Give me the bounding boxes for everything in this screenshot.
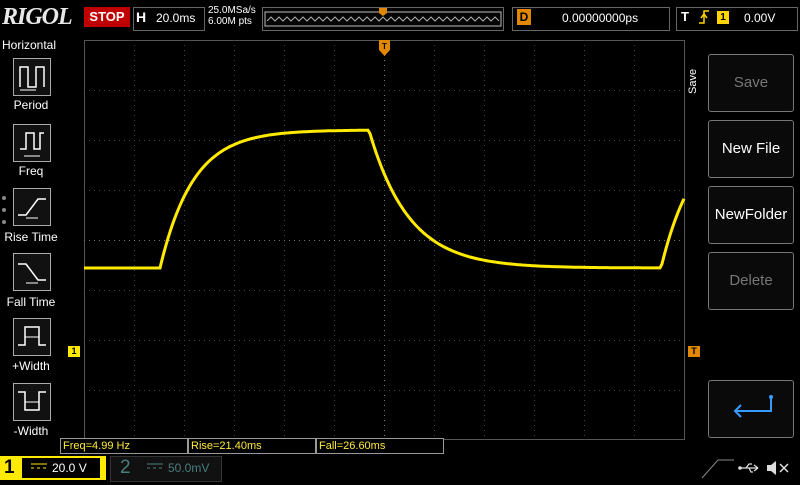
- save-menu-title: Save: [687, 68, 699, 94]
- brand-logo: RIGOL: [2, 4, 73, 30]
- sample-rate: 25.0MSa/s: [208, 5, 256, 16]
- menu-page-dot: [2, 220, 6, 224]
- rise-time-measurement: Rise=21.40ms: [188, 438, 316, 454]
- horizontal-letter: H: [136, 9, 147, 25]
- graticule: [84, 40, 685, 440]
- trigger-position-marker[interactable]: T: [379, 40, 390, 56]
- negative-width-label: -Width: [13, 424, 49, 438]
- fall-time-icon: [18, 263, 46, 284]
- menu-page-dot: [2, 196, 6, 200]
- memory-depth: 6.00M pts: [208, 16, 252, 27]
- delay-value: 0.00000000ps: [562, 11, 639, 25]
- period-button[interactable]: [13, 58, 51, 96]
- trigger-letter: T: [681, 9, 689, 24]
- period-icon: [19, 66, 45, 91]
- fall-time-measurement: Fall=26.60ms: [316, 438, 444, 454]
- new-file-button[interactable]: New File: [708, 120, 794, 178]
- rise-time-button[interactable]: [13, 188, 51, 226]
- channel-1-number: 1: [4, 457, 15, 478]
- return-button[interactable]: [708, 380, 794, 438]
- new-folder-button[interactable]: NewFolder: [708, 186, 794, 244]
- freq-button[interactable]: [13, 124, 51, 162]
- rising-edge-icon: [697, 8, 711, 29]
- negative-width-button[interactable]: [13, 383, 51, 421]
- trigger-box[interactable]: [676, 7, 798, 31]
- channel-expand-arrow-icon[interactable]: [700, 456, 734, 480]
- frequency-icon: [20, 132, 44, 157]
- negative-width-icon: [18, 391, 46, 411]
- save-button[interactable]: Save: [708, 54, 794, 112]
- channel-2-number: 2: [120, 457, 131, 478]
- freq-label: Freq: [18, 164, 44, 178]
- fall-time-button[interactable]: [13, 253, 51, 291]
- trigger-channel: 1: [717, 11, 729, 24]
- measure-menu-title: Horizontal: [2, 38, 57, 52]
- positive-width-icon: [18, 326, 46, 346]
- usb-icon: [738, 460, 762, 476]
- memory-timeline[interactable]: [262, 7, 504, 31]
- channel-2-scale: 50.0mV: [168, 461, 210, 475]
- fall-time-label: Fall Time: [6, 295, 56, 309]
- waveform-display[interactable]: [84, 40, 686, 440]
- dc-coupling-icon: [146, 460, 164, 475]
- channel-1-scale: 20.0 V: [52, 461, 87, 475]
- dc-coupling-icon: [30, 460, 48, 475]
- timeline-waveform-icon: [264, 8, 502, 27]
- trigger-level: 0.00V: [744, 11, 776, 25]
- trigger-position-letter: T: [382, 42, 387, 51]
- frequency-measurement: Freq=4.99 Hz: [60, 438, 188, 454]
- speaker-muted-icon[interactable]: [764, 458, 792, 478]
- positive-width-button[interactable]: [13, 318, 51, 356]
- timebase-value: 20.0ms: [156, 11, 196, 25]
- rise-time-label: Rise Time: [4, 230, 58, 244]
- positive-width-label: +Width: [12, 359, 50, 373]
- rise-time-icon: [18, 198, 46, 219]
- return-arrow-icon: [733, 395, 773, 418]
- period-label: Period: [13, 98, 49, 112]
- menu-page-dot: [2, 208, 6, 212]
- delay-letter: D: [517, 9, 531, 25]
- delete-button[interactable]: Delete: [708, 252, 794, 310]
- run-stop-status[interactable]: STOP: [84, 7, 130, 27]
- channel-1-ground-marker[interactable]: 1: [68, 346, 80, 357]
